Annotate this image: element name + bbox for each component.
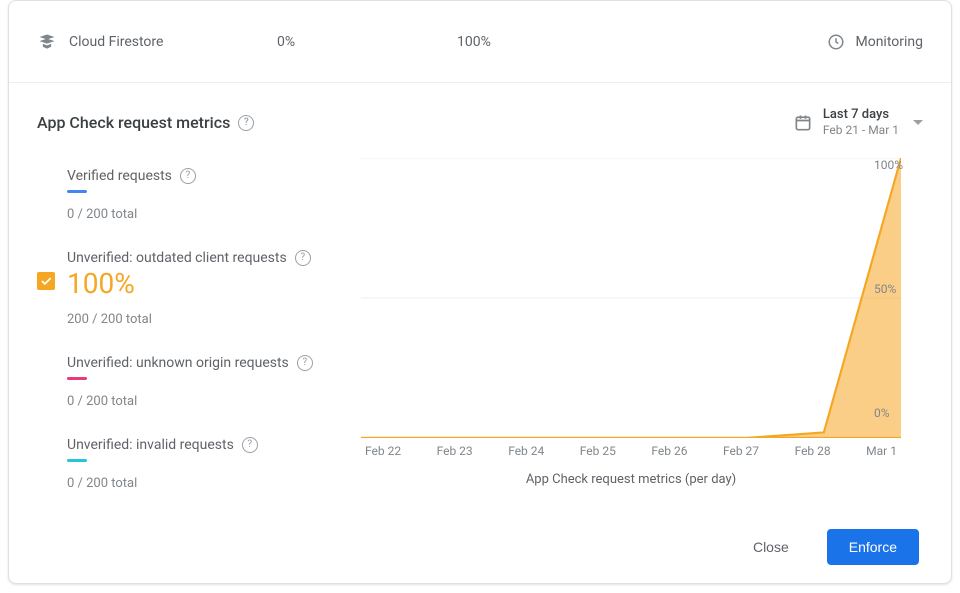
- header-row: App Check request metrics ? Last 7 days …: [37, 107, 923, 138]
- panel-content: App Check request metrics ? Last 7 days …: [9, 83, 951, 583]
- help-icon[interactable]: ?: [295, 250, 311, 266]
- help-icon[interactable]: ?: [180, 168, 196, 184]
- help-icon[interactable]: ?: [242, 437, 258, 453]
- chart-area: 100% 50% 0%: [361, 158, 901, 438]
- service-summary-row: Cloud Firestore 0% 100% Monitoring: [9, 1, 951, 83]
- chart-title: App Check request metrics (per day): [361, 472, 901, 487]
- metric-outdated[interactable]: Unverified: outdated client requests ? 1…: [67, 240, 337, 345]
- series-swatch-invalid: [67, 459, 87, 462]
- chart-column: 100% 50% 0% Feb 22 Feb 23 Feb 24 Feb 25 …: [361, 158, 923, 509]
- metric-verified[interactable]: Verified requests ? 0 / 200 total: [67, 158, 337, 240]
- pct-left: 0%: [277, 34, 457, 50]
- page-title: App Check request metrics ?: [37, 113, 254, 132]
- service-cell[interactable]: Cloud Firestore: [37, 32, 277, 52]
- metric-sub: 0 / 200 total: [67, 394, 337, 409]
- close-button[interactable]: Close: [731, 529, 811, 565]
- enforce-button[interactable]: Enforce: [827, 529, 919, 565]
- range-sub: Feb 21 - Mar 1: [823, 123, 899, 138]
- help-icon[interactable]: ?: [238, 115, 254, 131]
- metric-sub: 0 / 200 total: [67, 207, 337, 222]
- x-axis-labels: Feb 22 Feb 23 Feb 24 Feb 25 Feb 26 Feb 2…: [361, 444, 901, 458]
- chart-svg: [361, 158, 901, 438]
- metrics-legend: Verified requests ? 0 / 200 total Unveri…: [37, 158, 337, 509]
- calendar-icon: [793, 113, 813, 133]
- metric-big-pct: 100%: [67, 270, 337, 298]
- series-swatch-verified: [67, 190, 87, 193]
- monitoring-label: Monitoring: [855, 34, 923, 50]
- series-swatch-unknown: [67, 377, 87, 380]
- help-icon[interactable]: ?: [297, 355, 313, 371]
- metric-invalid[interactable]: Unverified: invalid requests ? 0 / 200 t…: [67, 427, 337, 509]
- chevron-down-icon: [913, 120, 923, 125]
- metric-sub: 200 / 200 total: [67, 312, 337, 327]
- range-label: Last 7 days: [823, 107, 899, 123]
- metric-sub: 0 / 200 total: [67, 476, 337, 491]
- clock-icon: [827, 33, 845, 51]
- dialog-actions: Close Enforce: [37, 529, 923, 565]
- firestore-icon: [37, 32, 57, 52]
- metric-unknown[interactable]: Unverified: unknown origin requests ? 0 …: [67, 345, 337, 427]
- y-axis-labels: 100% 50% 0%: [874, 158, 903, 420]
- metric-checkbox[interactable]: [37, 272, 55, 290]
- date-range-picker[interactable]: Last 7 days Feb 21 - Mar 1: [793, 107, 923, 138]
- monitoring-status: Monitoring: [827, 33, 923, 51]
- service-name: Cloud Firestore: [69, 34, 163, 50]
- pct-right: 100%: [457, 34, 657, 50]
- body: Verified requests ? 0 / 200 total Unveri…: [37, 158, 923, 509]
- metrics-card: Cloud Firestore 0% 100% Monitoring App C…: [8, 0, 952, 584]
